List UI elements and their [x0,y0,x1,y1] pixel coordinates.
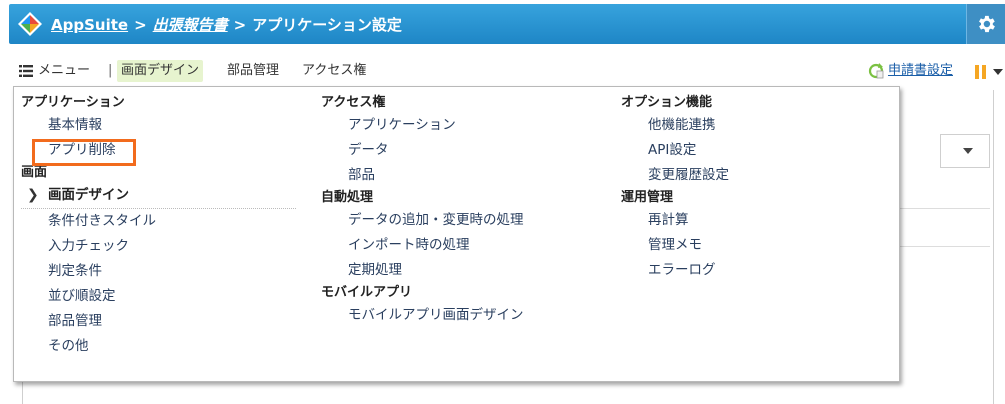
breadcrumb-appsuite-link[interactable]: AppSuite [51,16,128,34]
menu-column-options: オプション機能 他機能連携 API設定 変更履歴設定 運用管理 再計算 管理メモ… [621,93,891,283]
section-title-operations: 運用管理 [621,190,674,205]
menu-item-access-application[interactable]: アプリケーション [321,113,611,138]
pause-icon[interactable] [975,65,987,79]
list-icon [19,65,33,77]
menu-item-api-settings[interactable]: API設定 [621,138,891,163]
menu-item-add-change-process[interactable]: データの追加・変更時の処理 [321,208,611,233]
divider [900,246,990,247]
settings-dropdown-menu: アプリケーション 基本情報 アプリ削除 画面 ❯ 画面デザイン 条件付きスタイル … [13,86,900,382]
breadcrumb-separator: > [233,16,247,34]
menu-item-change-history[interactable]: 変更履歴設定 [621,163,891,188]
menu-item-judge-condition[interactable]: 判定条件 [21,259,311,284]
menu-item-other[interactable]: その他 [21,334,311,359]
appsuite-logo-icon [18,12,42,36]
menu-column-application: アプリケーション 基本情報 アプリ削除 画面 ❯ 画面デザイン 条件付きスタイル … [21,93,311,359]
menu-label: メニュー [38,63,91,78]
breadcrumb-app-link[interactable]: 出張報告書 [153,16,228,34]
tab-access-rights[interactable]: アクセス権 [302,60,366,82]
section-title-options: オプション機能 [621,95,713,110]
section-title-access: アクセス権 [321,95,386,110]
request-settings-link[interactable]: 申請書設定 [868,60,953,82]
tab-screen-design[interactable]: 画面デザイン [117,60,204,82]
menu-item-mobile-design[interactable]: モバイルアプリ画面デザイン [321,303,611,328]
page-title: アプリケーション設定 [252,16,402,34]
menu-item-access-data[interactable]: データ [321,138,611,163]
section-title-auto-process: 自動処理 [321,190,374,205]
menu-item-sort-order[interactable]: 並び順設定 [21,284,311,309]
gear-icon [979,15,995,33]
toolbar: メニュー | 画面デザイン 部品管理 アクセス権 申請書設定 [9,54,1005,88]
toolbar-divider: | [108,63,113,78]
menu-item-scheduled-process[interactable]: 定期処理 [321,258,611,283]
highlight-annotation-box [32,139,136,166]
refresh-icon [868,63,884,79]
menu-item-admin-memo[interactable]: 管理メモ [621,233,891,258]
menu-item-input-check[interactable]: 入力チェック [21,234,311,259]
menu-item-basic-info[interactable]: 基本情報 [21,113,311,138]
tab-parts-management[interactable]: 部品管理 [227,60,279,82]
app-header: AppSuite > 出張報告書 > アプリケーション設定 [9,4,1005,44]
menu-item-recalculate[interactable]: 再計算 [621,208,891,233]
menu-item-conditional-style[interactable]: 条件付きスタイル [21,209,311,234]
section-title-screen: 画面 [21,165,48,180]
breadcrumb: AppSuite > 出張報告書 > アプリケーション設定 [51,13,402,37]
menu-item-import-process[interactable]: インポート時の処理 [321,233,611,258]
section-title-application: アプリケーション [21,95,125,110]
request-settings-label: 申請書設定 [887,63,953,78]
menu-button[interactable]: メニュー [19,60,90,82]
chevron-right-icon: ❯ [27,187,39,203]
menu-item-parts-management[interactable]: 部品管理 [21,309,311,334]
menu-item-error-log[interactable]: エラーログ [621,258,891,283]
settings-button[interactable] [966,4,1005,44]
menu-item-screen-design[interactable]: ❯ 画面デザイン [21,183,296,209]
menu-item-integration[interactable]: 他機能連携 [621,113,891,138]
menu-item-label: 画面デザイン [48,187,129,203]
breadcrumb-separator: > [134,16,147,34]
divider [900,208,990,209]
menu-column-access: アクセス権 アプリケーション データ 部品 自動処理 データの追加・変更時の処理… [321,93,611,328]
menu-item-access-parts[interactable]: 部品 [321,163,611,188]
chevron-down-icon[interactable] [993,69,1003,75]
section-title-mobile: モバイルアプリ [321,285,413,300]
chevron-down-icon [963,148,973,154]
background-select[interactable] [940,134,990,168]
